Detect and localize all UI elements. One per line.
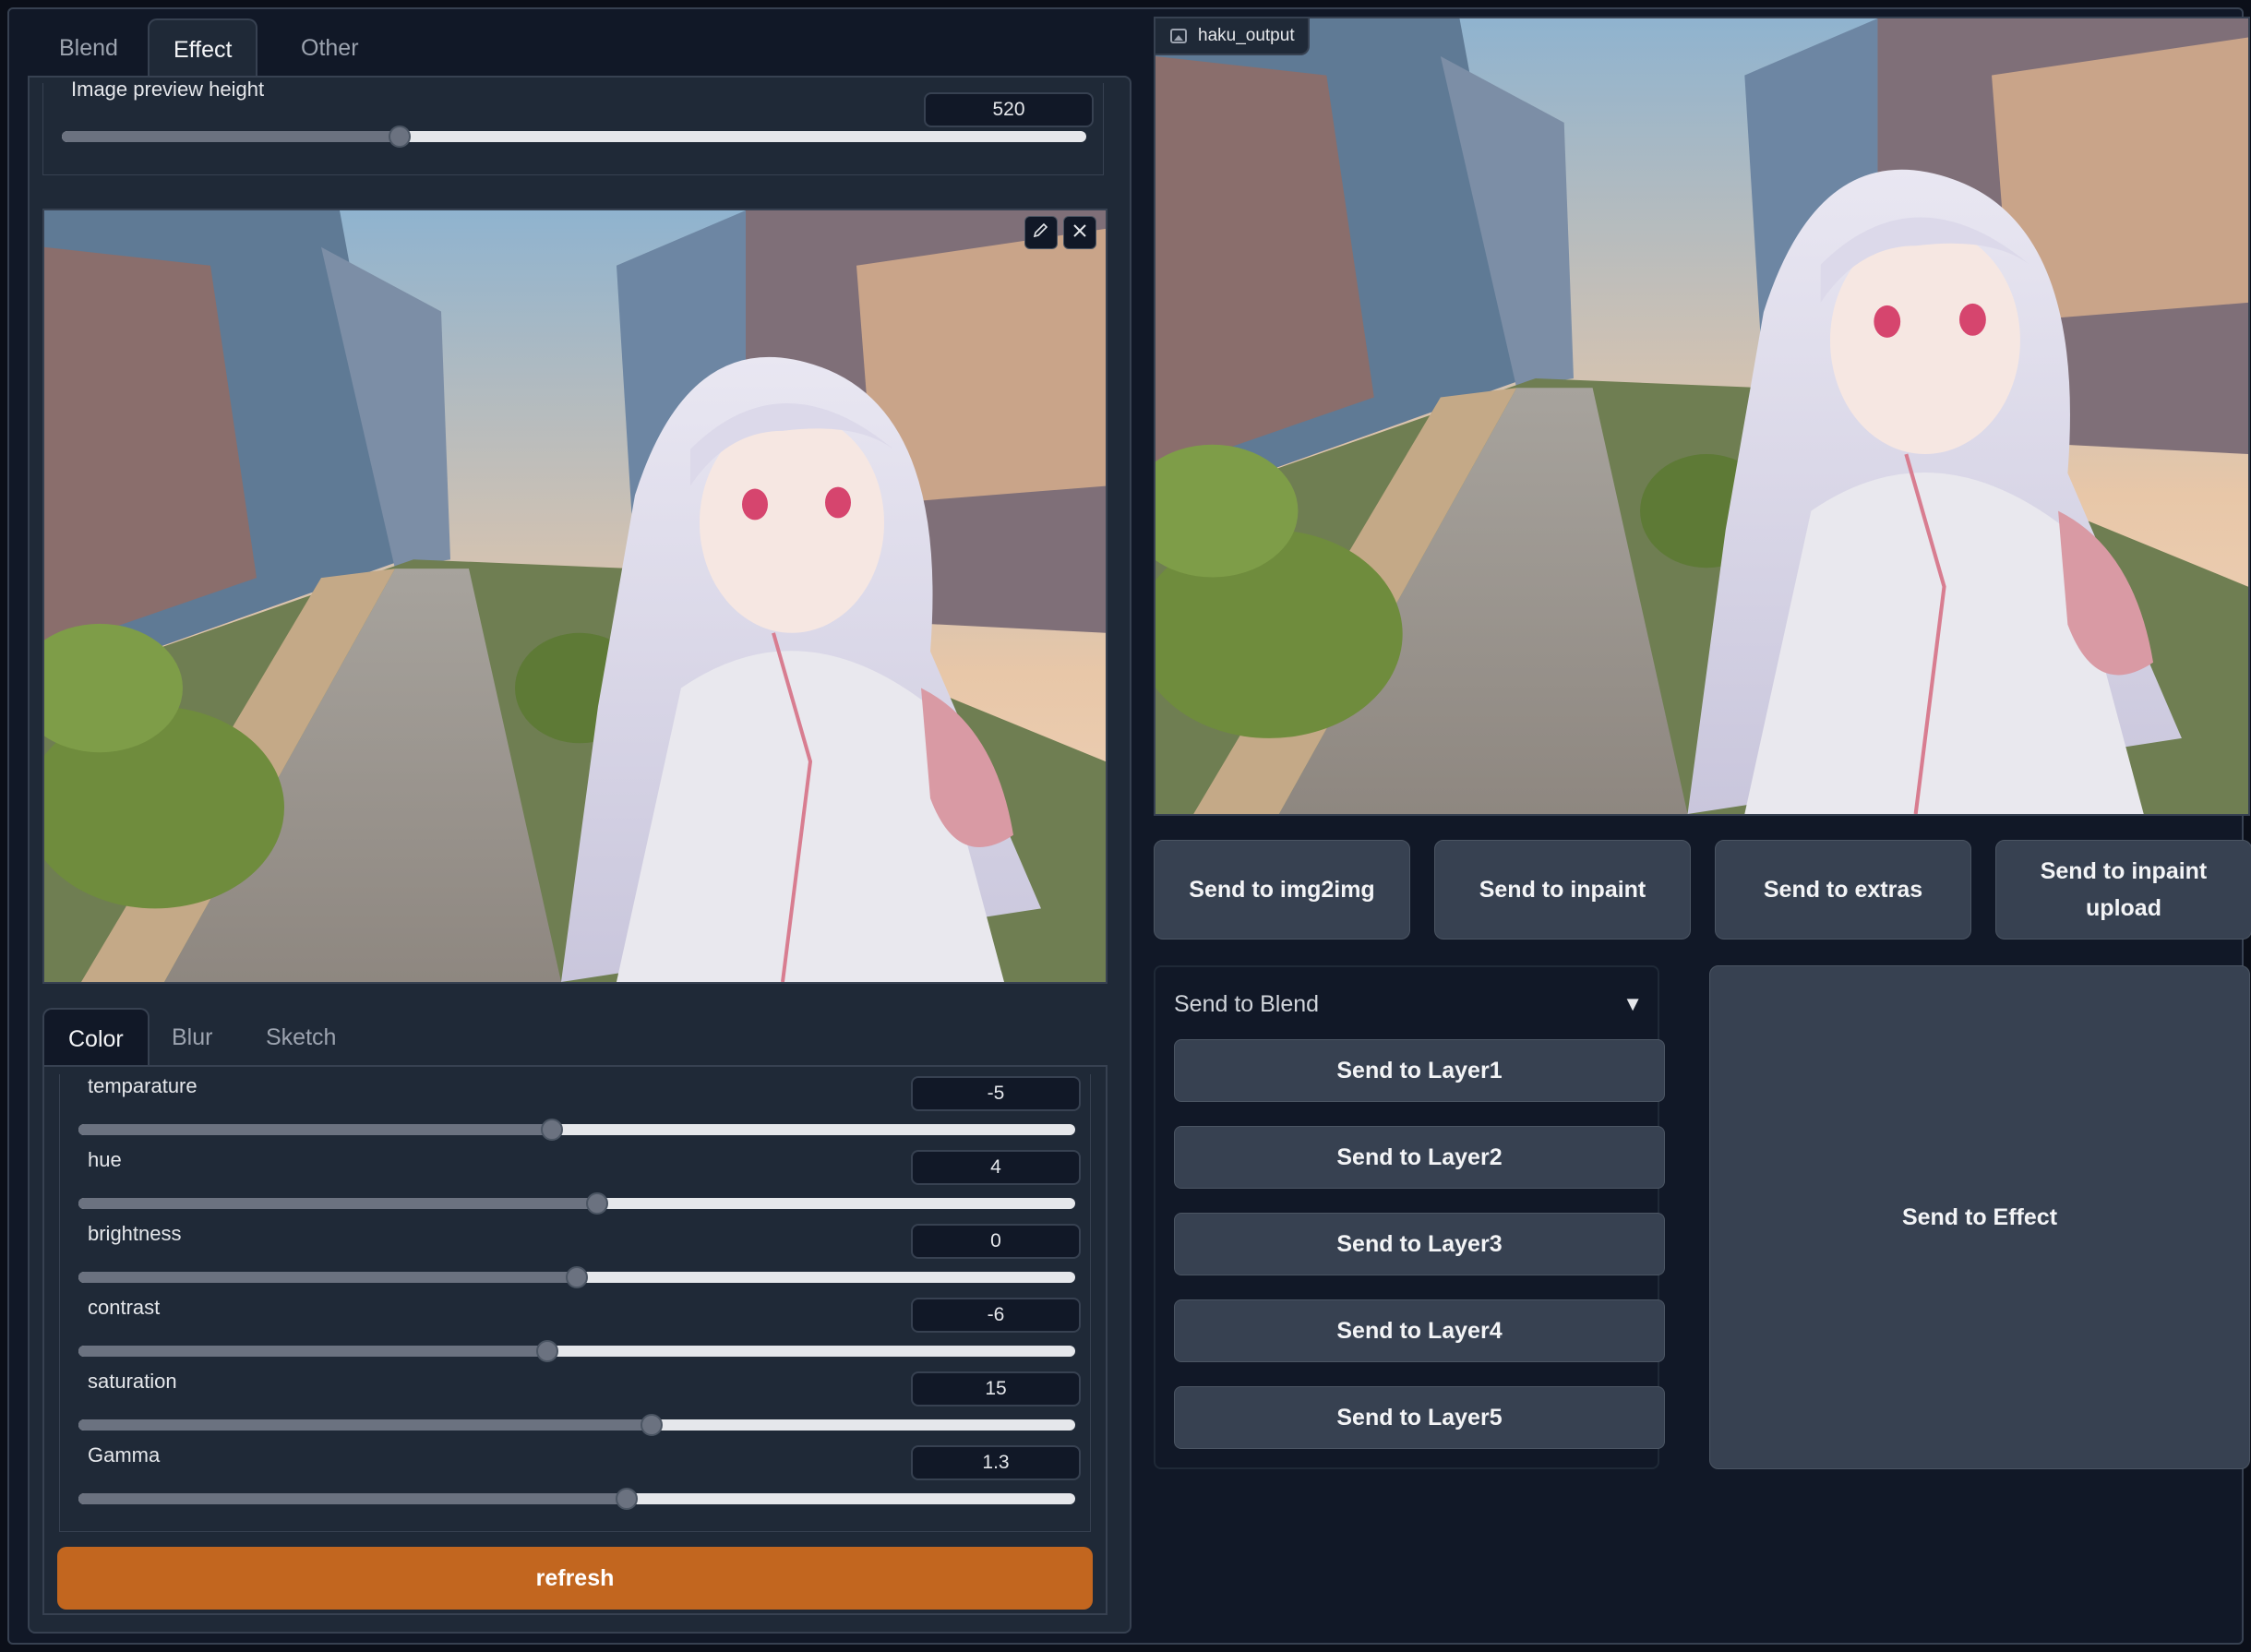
color-sliders: temparature -5 hue 4 brightness 0 contra…	[59, 1074, 1091, 1532]
street-portrait-image	[44, 210, 1106, 982]
preview-height-thumb[interactable]	[389, 126, 412, 148]
brightness-input[interactable]: 0	[911, 1224, 1081, 1259]
effect-subtabbar: Color Blur Sketch	[42, 1008, 1108, 1067]
send-to-extras-button[interactable]: Send to extras	[1715, 840, 1971, 940]
tab-blur[interactable]: Blur	[148, 1008, 236, 1067]
tab-blend[interactable]: Blend	[35, 18, 142, 78]
tab-other[interactable]: Other	[277, 18, 383, 78]
output-label-text: haku_output	[1198, 26, 1295, 45]
temperature-input[interactable]: -5	[911, 1076, 1081, 1111]
close-icon[interactable]	[1063, 216, 1096, 249]
gamma-fill	[78, 1493, 627, 1504]
brightness-label: brightness	[78, 1222, 191, 1246]
gamma-slider-group: Gamma 1.3	[60, 1443, 1092, 1517]
hue-fill	[78, 1198, 597, 1209]
output-workspace: haku_output Send to img2img Send to inpa…	[1154, 17, 2251, 1634]
send-to-layer4-button[interactable]: Send to Layer4	[1174, 1299, 1665, 1362]
saturation-input[interactable]: 15	[911, 1371, 1081, 1407]
caret-down-icon[interactable]: ▼	[1622, 992, 1643, 1016]
send-to-effect-button[interactable]: Send to Effect	[1709, 965, 2250, 1469]
saturation-track[interactable]	[78, 1419, 1075, 1431]
preview-height-track[interactable]	[62, 131, 1086, 142]
refresh-button[interactable]: refresh	[57, 1547, 1093, 1610]
gamma-label: Gamma	[78, 1443, 170, 1467]
send-to-blend-accordion: Send to Blend ▼ Send to Layer1 Send to L…	[1154, 965, 1665, 1469]
send-to-blend-title: Send to Blend	[1174, 990, 1320, 1017]
image-icon	[1170, 29, 1187, 43]
send-to-layer1-button[interactable]: Send to Layer1	[1174, 1039, 1665, 1102]
hue-slider-group: hue 4	[60, 1148, 1092, 1222]
color-panel: temparature -5 hue 4 brightness 0 contra…	[42, 1065, 1108, 1615]
output-street-portrait-image	[1155, 18, 2248, 814]
send-to-layer3-button[interactable]: Send to Layer3	[1174, 1213, 1665, 1275]
saturation-thumb[interactable]	[641, 1414, 663, 1436]
gamma-track[interactable]	[78, 1493, 1075, 1504]
gamma-thumb[interactable]	[616, 1488, 638, 1510]
temperature-fill	[78, 1124, 552, 1135]
hue-track[interactable]	[78, 1198, 1075, 1209]
saturation-fill	[78, 1419, 652, 1431]
app-frame: Blend Effect Other Image preview height …	[7, 7, 2251, 1645]
contrast-track[interactable]	[78, 1346, 1075, 1357]
pencil-icon[interactable]	[1024, 216, 1058, 249]
preview-height-fill	[62, 131, 401, 142]
temperature-thumb[interactable]	[541, 1119, 563, 1141]
gamma-input[interactable]: 1.3	[911, 1445, 1081, 1480]
contrast-slider-group: contrast -6	[60, 1296, 1092, 1370]
send-to-img2img-button[interactable]: Send to img2img	[1154, 840, 1410, 940]
output-label: haku_output	[1155, 18, 1310, 55]
effect-preview-image[interactable]	[42, 209, 1108, 984]
send-to-layer2-button[interactable]: Send to Layer2	[1174, 1126, 1665, 1189]
haku-output-image[interactable]: haku_output	[1154, 17, 2250, 816]
send-to-layer5-button[interactable]: Send to Layer5	[1174, 1386, 1665, 1449]
temperature-track[interactable]	[78, 1124, 1075, 1135]
hue-thumb[interactable]	[585, 1192, 608, 1215]
contrast-label: contrast	[78, 1296, 170, 1320]
brightness-fill	[78, 1272, 577, 1283]
main-tabbar: Blend Effect Other	[28, 17, 1131, 78]
preview-height-label: Image preview height	[62, 78, 274, 102]
preview-height-input[interactable]: 520	[924, 92, 1094, 127]
effect-workspace: Blend Effect Other Image preview height …	[28, 17, 1131, 1634]
tab-sketch[interactable]: Sketch	[242, 1008, 360, 1067]
contrast-input[interactable]: -6	[911, 1298, 1081, 1333]
brightness-slider-group: brightness 0	[60, 1222, 1092, 1296]
tab-effect[interactable]: Effect	[148, 18, 258, 78]
send-to-inpaint-upload-button[interactable]: Send to inpaint upload	[1995, 840, 2251, 940]
tab-color[interactable]: Color	[42, 1008, 150, 1067]
preview-height-slider-group: Image preview height 520	[42, 78, 1104, 175]
effect-tab-panel: Image preview height 520 Color Blur Sket…	[28, 76, 1131, 1634]
hue-input[interactable]: 4	[911, 1150, 1081, 1185]
saturation-slider-group: saturation 15	[60, 1370, 1092, 1443]
send-to-blend-header[interactable]: Send to Blend ▼	[1174, 986, 1643, 1023]
temperature-slider-group: temparature -5	[60, 1074, 1092, 1148]
hue-label: hue	[78, 1148, 131, 1172]
saturation-label: saturation	[78, 1370, 186, 1394]
brightness-thumb[interactable]	[566, 1266, 588, 1288]
temperature-label: temparature	[78, 1074, 207, 1098]
contrast-thumb[interactable]	[535, 1340, 558, 1362]
send-to-inpaint-button[interactable]: Send to inpaint	[1434, 840, 1691, 940]
contrast-fill	[78, 1346, 547, 1357]
